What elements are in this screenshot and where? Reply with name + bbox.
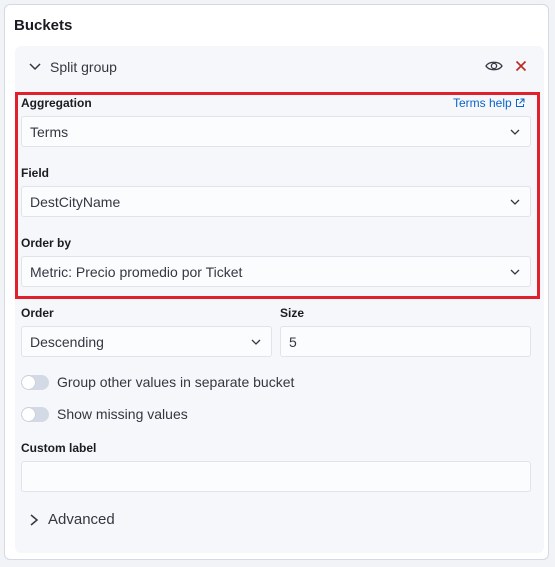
order-by-select[interactable]: Metric: Precio promedio por Ticket — [21, 256, 531, 287]
custom-label-label: Custom label — [21, 441, 97, 455]
aggregation-select[interactable]: Terms — [21, 116, 531, 147]
switch-knob — [22, 376, 35, 389]
group-other-label: Group other values in separate bucket — [57, 374, 295, 390]
order-label: Order — [21, 306, 54, 320]
order-select[interactable]: Descending — [21, 326, 272, 357]
chevron-down-icon — [510, 199, 520, 205]
size-value: 5 — [289, 334, 297, 350]
chevron-right-icon[interactable] — [28, 513, 40, 527]
split-group-title: Split group — [50, 59, 117, 75]
order-by-value: Metric: Precio promedio por Ticket — [30, 264, 243, 280]
order-by-label: Order by — [21, 236, 72, 250]
group-other-toggle-row: Group other values in separate bucket — [21, 373, 381, 393]
eye-icon[interactable] — [485, 58, 503, 74]
terms-help-link[interactable]: Terms help — [453, 96, 525, 110]
chevron-down-icon — [251, 339, 261, 345]
size-input[interactable]: 5 — [280, 326, 531, 357]
show-missing-switch[interactable] — [21, 407, 49, 422]
terms-help-text[interactable]: Terms help — [453, 96, 512, 110]
field-label: Field — [21, 166, 50, 180]
field-select[interactable]: DestCityName — [21, 186, 531, 217]
order-value: Descending — [30, 334, 104, 350]
switch-knob — [22, 408, 35, 421]
show-missing-label: Show missing values — [57, 406, 188, 422]
custom-label-input[interactable] — [21, 461, 531, 492]
aggregation-label: Aggregation — [21, 96, 92, 110]
show-missing-toggle-row: Show missing values — [21, 405, 241, 425]
group-other-switch[interactable] — [21, 375, 49, 390]
aggregation-value: Terms — [30, 124, 69, 140]
advanced-label[interactable]: Advanced — [48, 511, 115, 528]
close-icon[interactable] — [513, 58, 529, 74]
external-link-icon[interactable] — [515, 98, 525, 108]
chevron-down-icon — [510, 129, 520, 135]
chevron-down-icon — [510, 269, 520, 275]
size-label: Size — [280, 306, 305, 320]
split-group-header[interactable]: Split group — [15, 46, 544, 86]
chevron-down-icon[interactable] — [27, 58, 43, 74]
field-value: DestCityName — [30, 194, 121, 210]
advanced-toggle[interactable]: Advanced — [28, 510, 168, 530]
panel-title: Buckets — [14, 17, 73, 34]
